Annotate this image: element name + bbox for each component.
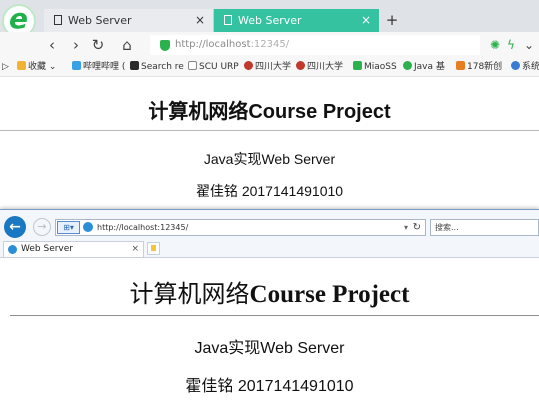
tab-web-server[interactable]: Web Server × xyxy=(3,241,144,257)
security-shield-icon xyxy=(160,40,170,51)
new-tab-button[interactable]: + xyxy=(384,9,400,32)
tab-strip: Web Server × xyxy=(0,240,539,258)
divider xyxy=(10,315,539,316)
bookmarks-toggle-icon[interactable]: ▷ xyxy=(2,58,9,76)
address-text: http://localhost:12345/ xyxy=(175,39,290,50)
page-menu-icon[interactable]: ⊞▾ xyxy=(57,221,80,234)
page-icon xyxy=(188,61,197,70)
toolbar: ‹ › ↻ ⌂ http://localhost:12345/ ✺ ϟ ⌄ xyxy=(0,32,539,58)
back-button[interactable]: ← xyxy=(4,216,26,238)
ie-icon xyxy=(83,222,93,232)
refresh-icon[interactable]: ↻ xyxy=(413,220,421,235)
address-bar[interactable]: ⊞▾ http://localhost:12345/ ▾ ↻ xyxy=(55,219,426,236)
page-content: 计算机网络Course Project Java实现Web Server 霍佳铭… xyxy=(0,258,539,406)
address-text: http://localhost:12345/ xyxy=(97,223,189,232)
author-line: 霍佳铭 2017141491010 xyxy=(185,378,354,395)
gear-icon xyxy=(511,61,520,70)
tab-title: Web Server xyxy=(21,244,73,254)
close-tab-icon[interactable]: × xyxy=(195,9,205,32)
bookmark-item[interactable]: 哔哩哔哩 ( xyxy=(72,58,125,76)
author-line: 翟佳铭 2017141491010 xyxy=(195,183,344,199)
forward-button[interactable]: → xyxy=(33,218,51,236)
close-tab-icon[interactable]: × xyxy=(361,9,371,32)
page-heading: 计算机网络Course Project xyxy=(148,101,391,123)
ie-icon xyxy=(8,245,17,254)
university-icon xyxy=(296,61,305,70)
tab-web-server-inactive[interactable]: Web Server × xyxy=(44,9,214,32)
miaoss-icon xyxy=(353,61,362,70)
star-icon xyxy=(17,61,26,70)
subtitle: Java实现Web Server xyxy=(203,151,336,167)
page-heading: 计算机网络Course Project xyxy=(129,280,410,308)
bookmark-item[interactable]: MiaoSS xyxy=(353,58,397,76)
site-icon xyxy=(456,61,465,70)
menu-chevron-icon[interactable]: ⌄ xyxy=(522,36,536,54)
subtitle: Java实现Web Server xyxy=(194,340,345,357)
close-tab-icon[interactable]: × xyxy=(131,242,139,257)
tab-strip: Web Server × Web Server × + xyxy=(0,0,539,32)
tab-title: Web Server xyxy=(68,14,132,27)
toolbar: ← → ⊞▾ http://localhost:12345/ ▾ ↻ 搜索... xyxy=(0,210,539,240)
divider xyxy=(0,130,539,131)
search-site-icon xyxy=(130,61,139,70)
speed-mode-icon[interactable]: ϟ xyxy=(504,36,518,54)
browser-bottom-window: ← → ⊞▾ http://localhost:12345/ ▾ ↻ 搜索...… xyxy=(0,209,539,406)
university-icon xyxy=(244,61,253,70)
new-tab-button[interactable] xyxy=(147,242,160,255)
bookmark-item[interactable]: Java 基 xyxy=(403,58,445,76)
bookmarks-bar: ▷ 收藏 ⌄ 哔哩哔哩 ( Search re SCU URP 四川大学 四川大… xyxy=(0,58,539,77)
extension-gear-icon[interactable]: ✺ xyxy=(488,36,502,54)
forward-button[interactable]: › xyxy=(67,35,85,55)
bookmark-item[interactable]: 系统 xyxy=(511,58,539,76)
page-icon xyxy=(54,15,62,25)
bilibili-icon xyxy=(72,61,81,70)
dropdown-icon[interactable]: ▾ xyxy=(404,220,408,235)
bookmark-item[interactable]: 178新创 xyxy=(456,58,502,76)
address-bar[interactable]: http://localhost:12345/ xyxy=(150,35,480,55)
bookmark-item[interactable]: SCU URP xyxy=(188,58,239,76)
search-input[interactable]: 搜索... xyxy=(430,219,539,236)
java-site-icon xyxy=(403,61,412,70)
page-icon xyxy=(224,15,232,25)
home-button[interactable]: ⌂ xyxy=(118,35,136,55)
tab-web-server-active[interactable]: Web Server × xyxy=(214,9,379,32)
tab-title: Web Server xyxy=(238,14,302,27)
bookmark-item[interactable]: 四川大学 xyxy=(296,58,343,76)
bookmark-item[interactable]: 四川大学 xyxy=(244,58,291,76)
reload-button[interactable]: ↻ xyxy=(89,35,107,55)
bookmark-item[interactable]: Search re xyxy=(130,58,184,76)
back-button[interactable]: ‹ xyxy=(43,35,61,55)
bookmark-item[interactable]: 收藏 ⌄ xyxy=(17,58,56,76)
